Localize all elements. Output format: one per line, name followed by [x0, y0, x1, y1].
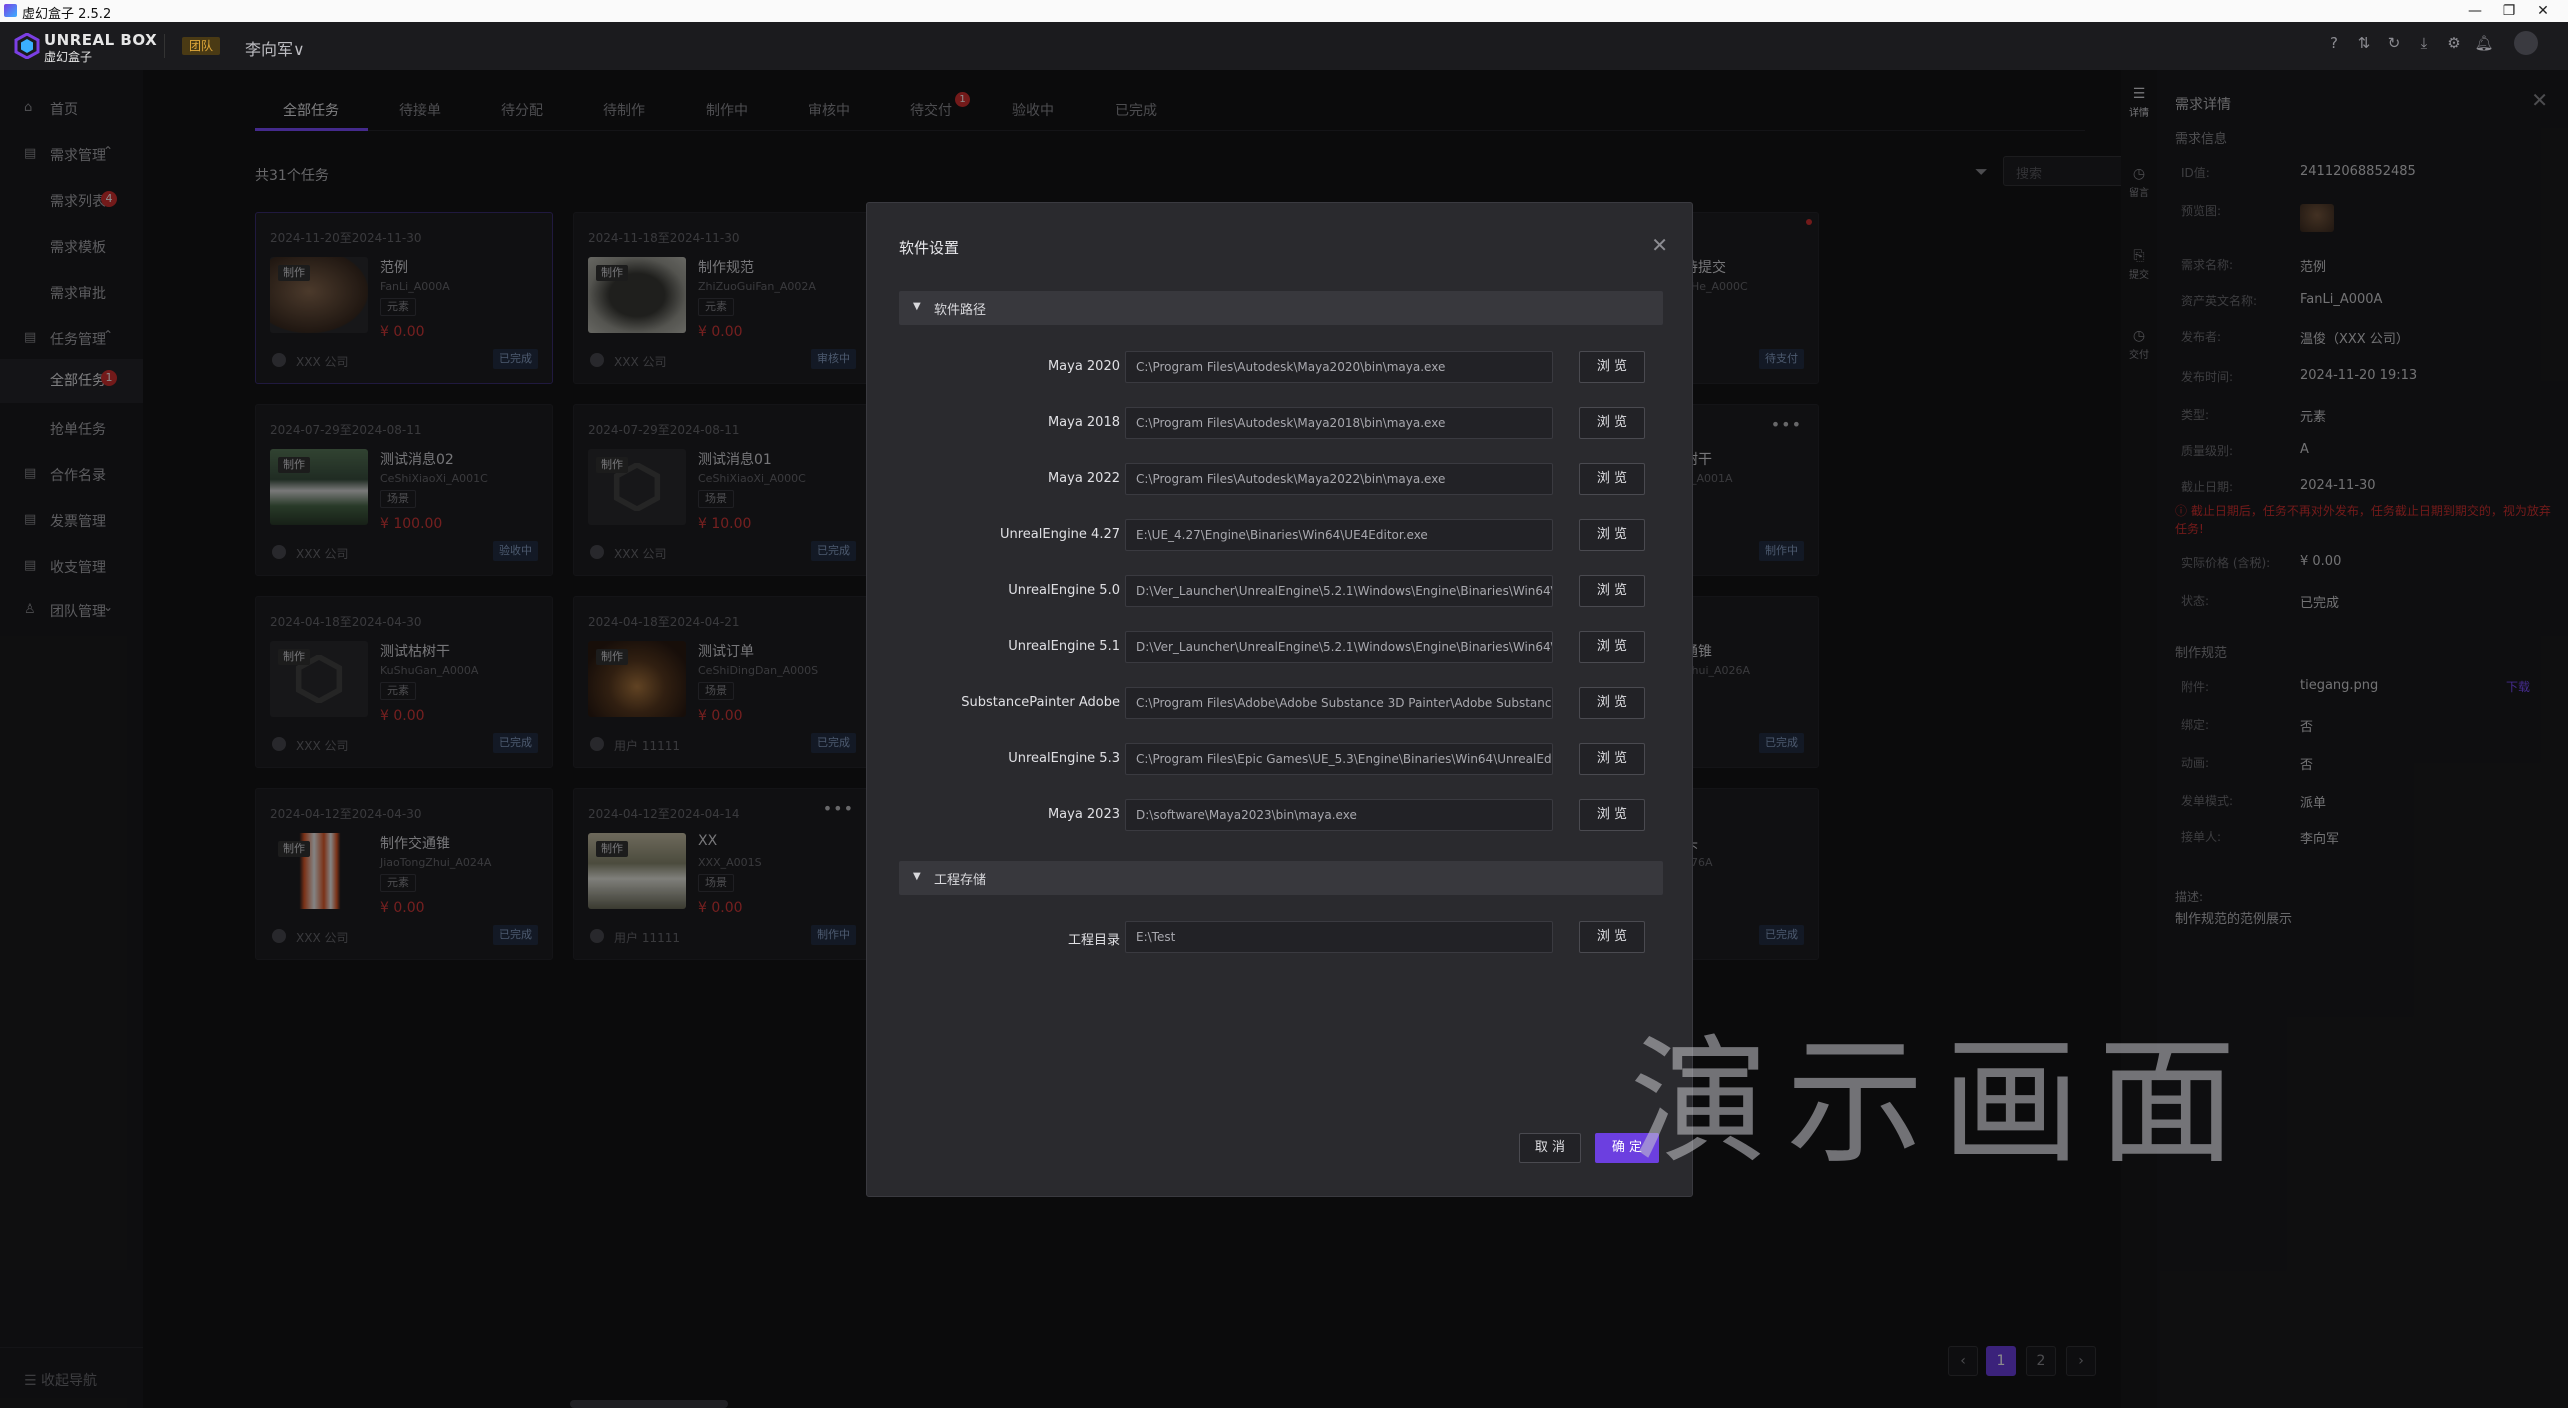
path-value: C:\Program Files\Autodesk\Maya2018\bin\m… [1136, 416, 1446, 430]
path-label: Maya 2020 [1047, 359, 1120, 374]
logo-icon [14, 33, 40, 59]
brand-name-cn: 虚幻盒子 [44, 50, 93, 64]
refresh-icon[interactable]: ↻ [2384, 33, 2404, 53]
app-icon [4, 4, 17, 17]
path-value: C:\Program Files\Autodesk\Maya2022\bin\m… [1136, 472, 1446, 486]
help-icon[interactable]: ? [2324, 33, 2344, 53]
path-input[interactable]: D:\software\Maya2023\bin\maya.exe [1125, 799, 1553, 831]
browse-button[interactable]: 浏 览 [1579, 743, 1645, 775]
browse-button[interactable]: 浏 览 [1579, 519, 1645, 551]
browse-button[interactable]: 浏 览 [1579, 575, 1645, 607]
path-value: C:\Program Files\Epic Games\UE_5.3\Engin… [1136, 752, 1553, 766]
path-value: D:\software\Maya2023\bin\maya.exe [1136, 808, 1357, 822]
path-row: Maya 2020 C:\Program Files\Autodesk\Maya… [867, 351, 1694, 385]
header-toolbar: ? ⇅ ↻ ⤓ ⚙ 🔔︎ [2324, 31, 2538, 55]
path-label: Maya 2022 [1047, 471, 1120, 486]
header-divider [164, 34, 165, 58]
dialog-title: 软件设置 [899, 239, 960, 257]
path-value: D:\Ver_Launcher\UnrealEngine\5.2.1\Windo… [1136, 584, 1553, 598]
app-window: 虚幻盒子 2.5.2 — ❐ ✕ UNREAL BOX 虚幻盒子 团队 李向军∨… [0, 0, 2568, 1408]
window-title: 虚幻盒子 2.5.2 [22, 7, 112, 22]
path-value: D:\Ver_Launcher\UnrealEngine\5.2.1\Windo… [1136, 640, 1553, 654]
browse-button[interactable]: 浏 览 [1579, 407, 1645, 439]
path-input[interactable]: D:\Ver_Launcher\UnrealEngine\5.2.1\Windo… [1125, 575, 1553, 607]
path-row: UnrealEngine 5.3 C:\Program Files\Epic G… [867, 743, 1694, 777]
settings-dialog: 软件设置 ✕ ▼ 软件路径 Maya 2020 C:\Program Files… [866, 202, 1693, 1197]
path-row: UnrealEngine 5.0 D:\Ver_Launcher\UnrealE… [867, 575, 1694, 609]
close-icon[interactable]: ✕ [1651, 233, 1668, 257]
browse-button[interactable]: 浏 览 [1579, 463, 1645, 495]
section-label: 软件路径 [934, 303, 987, 318]
section-header-project-storage[interactable]: ▼ 工程存储 [899, 861, 1663, 895]
path-row: Maya 2018 C:\Program Files\Autodesk\Maya… [867, 407, 1694, 441]
path-row: SubstancePainter Adobe C:\Program Files\… [867, 687, 1694, 721]
path-input[interactable]: D:\Ver_Launcher\UnrealEngine\5.2.1\Windo… [1125, 631, 1553, 663]
path-label: UnrealEngine 4.27 [999, 527, 1120, 542]
path-label: Maya 2018 [1047, 415, 1120, 430]
path-row: 工程目录 E:\Test 浏 览 [867, 921, 1694, 955]
bell-icon[interactable]: 🔔︎ [2474, 33, 2494, 53]
close-window-button[interactable]: ✕ [2520, 0, 2566, 22]
cancel-button[interactable]: 取 消 [1519, 1133, 1581, 1163]
team-badge: 团队 [182, 37, 221, 55]
caret-down-icon: ▼ [913, 871, 921, 882]
path-input[interactable]: C:\Program Files\Epic Games\UE_5.3\Engin… [1125, 743, 1553, 775]
browse-button[interactable]: 浏 览 [1579, 351, 1645, 383]
path-value: C:\Program Files\Adobe\Adobe Substance 3… [1136, 696, 1553, 710]
path-label: Maya 2023 [1047, 807, 1120, 822]
browse-button[interactable]: 浏 览 [1579, 799, 1645, 831]
path-label: UnrealEngine 5.3 [1008, 751, 1120, 766]
settings-icon[interactable]: ⚙ [2444, 33, 2464, 53]
caret-down-icon: ▼ [913, 301, 921, 312]
path-label: SubstancePainter Adobe [961, 695, 1120, 710]
path-value: C:\Program Files\Autodesk\Maya2020\bin\m… [1136, 360, 1446, 374]
section-label: 工程存储 [934, 873, 987, 888]
path-value: E:\UE_4.27\Engine\Binaries\Win64\UE4Edit… [1136, 528, 1428, 542]
browse-button[interactable]: 浏 览 [1579, 921, 1645, 953]
path-label: 工程目录 [1067, 933, 1120, 948]
brand-name-en: UNREAL BOX [44, 31, 158, 49]
sort-icon[interactable]: ⇅ [2354, 33, 2374, 53]
path-row: UnrealEngine 4.27 E:\UE_4.27\Engine\Bina… [867, 519, 1694, 553]
path-row: UnrealEngine 5.1 D:\Ver_Launcher\UnrealE… [867, 631, 1694, 665]
path-row: Maya 2022 C:\Program Files\Autodesk\Maya… [867, 463, 1694, 497]
section-header-software-paths[interactable]: ▼ 软件路径 [899, 291, 1663, 325]
path-input[interactable]: C:\Program Files\Adobe\Adobe Substance 3… [1125, 687, 1553, 719]
user-menu[interactable]: 李向军∨ [245, 36, 305, 60]
avatar[interactable] [2514, 31, 2538, 55]
app-header: UNREAL BOX 虚幻盒子 团队 李向军∨ ? ⇅ ↻ ⤓ ⚙ 🔔︎ [0, 22, 2568, 70]
title-bar: 虚幻盒子 2.5.2 — ❐ ✕ [0, 0, 2568, 22]
path-input[interactable]: C:\Program Files\Autodesk\Maya2022\bin\m… [1125, 463, 1553, 495]
demo-watermark: 演示画面 [1630, 1022, 2255, 1183]
browse-button[interactable]: 浏 览 [1579, 687, 1645, 719]
project-dir-input[interactable]: E:\Test [1125, 921, 1553, 953]
path-label: UnrealEngine 5.1 [1008, 639, 1120, 654]
path-input[interactable]: C:\Program Files\Autodesk\Maya2020\bin\m… [1125, 351, 1553, 383]
path-value: E:\Test [1136, 930, 1176, 944]
download-icon[interactable]: ⤓ [2414, 33, 2434, 53]
path-label: UnrealEngine 5.0 [1008, 583, 1120, 598]
browse-button[interactable]: 浏 览 [1579, 631, 1645, 663]
path-input[interactable]: C:\Program Files\Autodesk\Maya2018\bin\m… [1125, 407, 1553, 439]
path-input[interactable]: E:\UE_4.27\Engine\Binaries\Win64\UE4Edit… [1125, 519, 1553, 551]
path-row: Maya 2023 D:\software\Maya2023\bin\maya.… [867, 799, 1694, 833]
